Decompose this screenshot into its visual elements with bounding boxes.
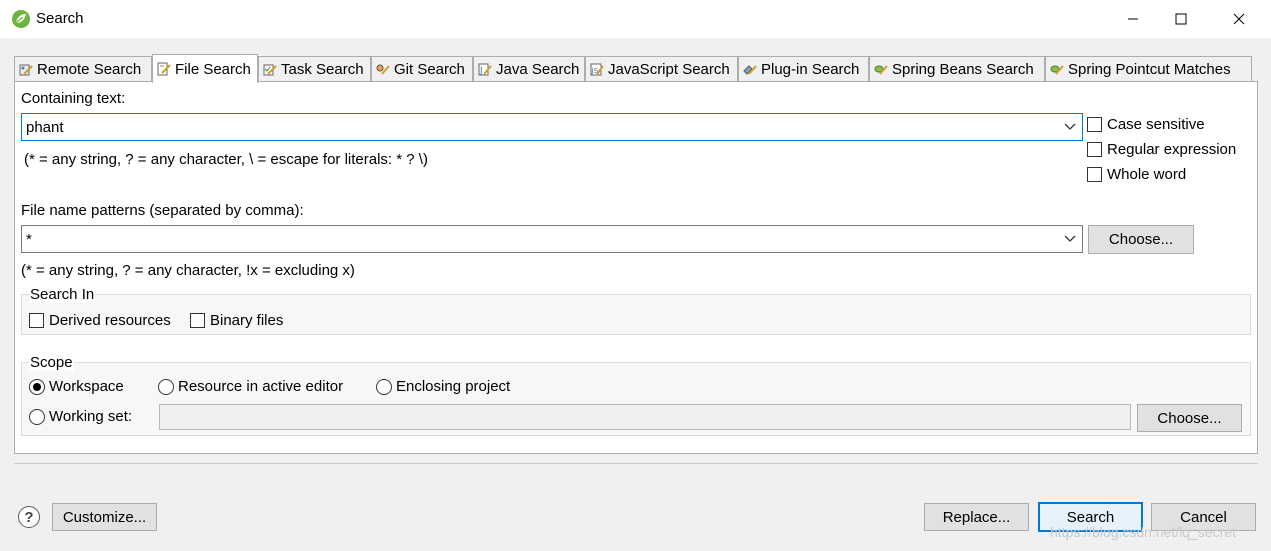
case-sensitive-checkbox[interactable]: Case sensitive [1087,116,1205,133]
enclosing-project-radio[interactable]: Enclosing project [376,378,510,395]
binary-files-label: Binary files [210,312,284,329]
derived-resources-label: Derived resources [49,312,171,329]
working-set-choose-button[interactable]: Choose... [1137,404,1242,432]
containing-text-combo[interactable] [21,113,1083,141]
tab-task-search[interactable]: Task Search [258,56,371,82]
minimize-button[interactable] [1110,0,1156,38]
checkbox-box[interactable] [1087,117,1102,132]
workspace-radio[interactable]: Workspace [29,378,124,395]
case-sensitive-label: Case sensitive [1107,116,1205,133]
file-patterns-label: File name patterns (separated by comma): [21,202,304,219]
file-patterns-input[interactable] [22,226,1060,252]
containing-text-input[interactable] [22,114,1060,140]
derived-resources-checkbox[interactable]: Derived resources [29,312,171,329]
search-tab-strip: Remote Search File Search Task Search Gi… [14,54,1258,83]
active-editor-radio[interactable]: Resource in active editor [158,378,343,395]
containing-text-label: Containing text: [21,90,126,107]
working-set-radio[interactable]: Working set: [29,408,132,425]
workspace-label: Workspace [49,378,124,395]
radio-circle[interactable] [158,378,174,395]
tab-label: Remote Search [37,61,142,78]
spring-pointcut-icon [1050,64,1064,75]
scope-group: Workspace Resource in active editor Encl… [21,362,1251,436]
help-glyph: ? [24,508,34,526]
whole-word-label: Whole word [1107,166,1187,183]
binary-files-checkbox[interactable]: Binary files [190,312,283,329]
radio-circle[interactable] [376,378,392,395]
replace-button[interactable]: Replace... [924,503,1029,531]
enclosing-project-label: Enclosing project [396,378,511,395]
search-in-group: Derived resources Binary files [21,294,1251,335]
minimize-icon [1128,18,1138,20]
containing-text-hint: (* = any string, ? = any character, \ = … [24,151,428,168]
scope-title: Scope [29,354,74,371]
close-icon [1233,13,1245,25]
maximize-icon [1175,13,1187,25]
radio-circle[interactable] [29,378,45,395]
tab-label: Git Search [394,61,465,78]
regular-expression-checkbox[interactable]: Regular expression [1087,141,1236,158]
maximize-button[interactable] [1158,0,1204,38]
regular-expression-label: Regular expression [1107,141,1237,158]
watermark-text: https://blog.csdn.net/lq_secret [1050,524,1236,540]
tab-label: JavaScript Search [608,61,730,78]
search-in-title: Search In [29,286,96,303]
whole-word-checkbox[interactable]: Whole word [1087,166,1186,183]
tab-label: Spring Beans Search [892,61,1034,78]
chevron-down-icon[interactable] [1064,235,1076,243]
checkbox-box[interactable] [190,313,205,328]
customize-button[interactable]: Customize... [52,503,157,531]
file-patterns-choose-button[interactable]: Choose... [1088,225,1194,254]
java-search-icon: J [478,63,492,76]
tab-plugin-search[interactable]: Plug-in Search [738,56,869,82]
file-patterns-hint: (* = any string, ? = any character, !x =… [21,262,355,279]
chevron-down-icon[interactable] [1064,123,1076,131]
tab-remote-search[interactable]: Remote Search [14,56,152,82]
remote-search-icon [19,64,33,75]
tab-label: Spring Pointcut Matches [1068,61,1231,78]
checkbox-box[interactable] [1087,167,1102,182]
tab-java-search[interactable]: J Java Search [473,56,585,82]
tab-spring-beans-search[interactable]: Spring Beans Search [869,56,1045,82]
tab-label: Java Search [496,61,580,78]
checkbox-box[interactable] [29,313,44,328]
close-button[interactable] [1216,0,1262,38]
task-search-icon [263,64,277,75]
tab-label: File Search [175,60,251,78]
working-set-label: Working set: [49,408,133,425]
file-search-icon [157,62,171,76]
spring-leaf-icon [12,10,30,28]
tab-label: Task Search [281,61,364,78]
tab-spring-pointcut-matches[interactable]: Spring Pointcut Matches [1045,56,1252,82]
radio-circle[interactable] [29,408,45,425]
footer-divider [14,463,1258,464]
spring-beans-search-icon [874,64,888,75]
git-search-icon [376,64,390,75]
tab-file-search[interactable]: File Search [152,54,258,83]
file-search-panel: Containing text: (* = any string, ? = an… [14,81,1258,454]
tab-git-search[interactable]: Git Search [371,56,473,82]
javascript-search-icon: JS [590,63,604,75]
tab-javascript-search[interactable]: JS JavaScript Search [585,56,738,82]
file-patterns-combo[interactable] [21,225,1083,253]
title-bar: Search [0,0,1271,38]
svg-text:J: J [479,66,483,76]
window-title: Search [36,10,84,27]
working-set-field [159,404,1131,430]
help-icon[interactable]: ? [18,506,40,528]
plugin-search-icon [743,64,757,75]
checkbox-box[interactable] [1087,142,1102,157]
active-editor-label: Resource in active editor [178,378,344,395]
tab-label: Plug-in Search [761,61,860,78]
